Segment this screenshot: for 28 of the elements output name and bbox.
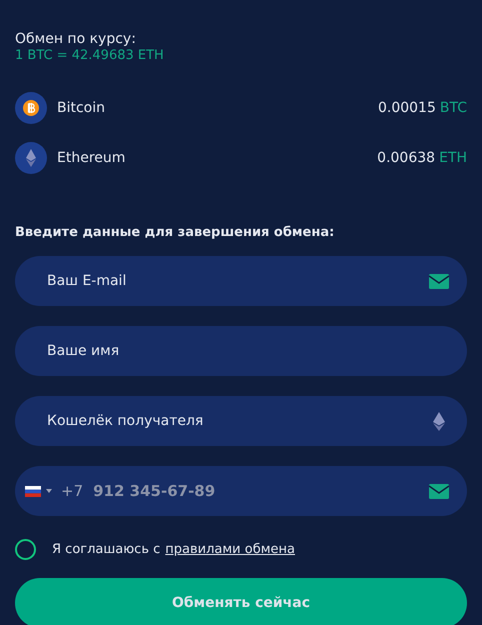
- coin-name: Bitcoin: [57, 100, 106, 116]
- text-input[interactable]: Кошелёк получателя: [45, 412, 433, 430]
- rules-link[interactable]: правилами обмена: [165, 542, 295, 556]
- phone-field[interactable]: +7 912 345-67-89: [15, 466, 467, 516]
- ethereum-icon: [15, 142, 47, 174]
- coin-amount: 0.00015: [378, 100, 436, 116]
- text-input[interactable]: Ваш E-mail: [45, 272, 429, 290]
- agreement-text: Я соглашаюсь с: [52, 542, 160, 556]
- text-input[interactable]: Ваше имя: [45, 342, 449, 360]
- coin-name: Ethereum: [57, 150, 126, 166]
- bitcoin-icon: [15, 92, 47, 124]
- caret-icon: [46, 489, 52, 493]
- rate-label: Обмен по курсу:: [15, 30, 137, 48]
- coin-amount: 0.00638: [377, 150, 436, 166]
- phone-prefix: +7: [61, 482, 84, 500]
- rate-value: 1 BTC = 42.49683 ETH: [15, 48, 165, 64]
- ethereum-icon: [433, 412, 445, 430]
- mail-icon: [429, 484, 449, 498]
- email-field[interactable]: Ваш E-mail: [15, 256, 467, 306]
- coin-ticker: ETH: [439, 150, 467, 166]
- text-input[interactable]: 912 345-67-89: [91, 481, 429, 501]
- agree-checkbox[interactable]: [15, 538, 36, 560]
- flag-icon: [25, 486, 41, 496]
- mail-icon: [429, 274, 449, 288]
- coin-ticker: BTC: [440, 100, 467, 116]
- name-field[interactable]: Ваше имя: [15, 326, 467, 376]
- form-heading: Введите данные для завершения обмена:: [15, 224, 336, 242]
- wallet-field[interactable]: Кошелёк получателя: [15, 396, 467, 446]
